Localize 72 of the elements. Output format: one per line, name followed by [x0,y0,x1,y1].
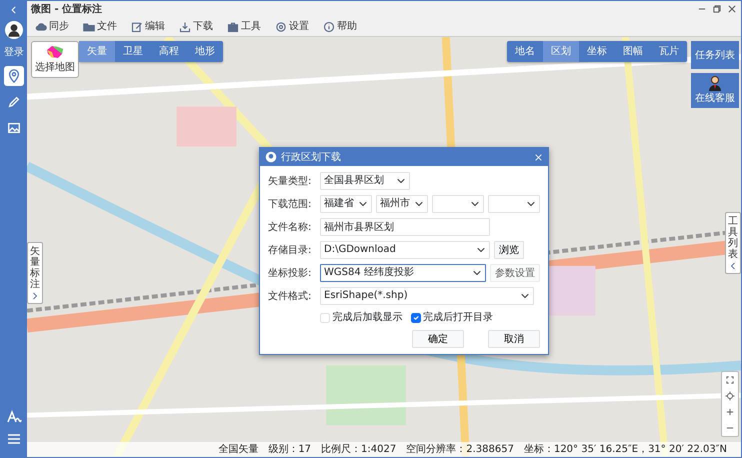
close-icon[interactable] [727,4,737,14]
settings-icon [275,20,287,32]
field-label: 文件名称: [268,220,312,234]
toolbar-button[interactable]: 编辑 [131,19,165,34]
toolbar-button[interactable]: 帮助 [323,19,357,34]
window-title: 微图 - 位置标注 [31,2,102,16]
select-field[interactable] [432,195,484,213]
field-label: 存储目录: [268,244,312,258]
checkbox-label: 完成后加载显示 [332,310,402,325]
edit-icon [131,20,143,32]
toolbar-button[interactable]: 下载 [179,19,213,34]
toolbar-button[interactable]: 工具 [227,19,261,34]
task-list-button[interactable]: 任务列表 [691,41,739,69]
globe-icon [265,151,277,163]
field-label: 文件格式: [268,290,312,304]
select-field[interactable]: 福建省 [320,195,372,213]
zoom-level: 级别：17 [268,443,312,457]
font-wave-icon [6,409,22,425]
select-field[interactable]: 福州市 [376,195,428,213]
dialog-title: 行政区划下载 [281,150,341,164]
layer-name: 全国矢量 [218,443,258,457]
folder-icon [83,20,95,32]
user-avatar-icon[interactable] [5,21,23,39]
location-pin-icon [7,69,21,83]
cloud-icon [35,20,47,32]
map-tab[interactable]: 卫星 [115,41,151,62]
toolbar-button[interactable]: 文件 [83,19,117,34]
side-panel[interactable]: 工具列表 [725,212,741,274]
resolution-text: 空间分辨率：2.388657 [406,442,514,457]
download-icon [179,20,191,32]
chevron-left-icon [729,262,737,270]
help-icon [323,20,335,32]
checkbox-label: 完成后打开目录 [423,310,493,325]
crosshair-icon [725,391,735,401]
online-support-button[interactable]: 在线客服 [691,73,739,108]
dialog-button[interactable]: 确定 [412,330,464,348]
coordinates-text: 坐标：120° 35′ 16.25″E，31° 20′ 22.03″N [524,442,727,457]
restore-icon[interactable] [712,4,722,14]
select-field[interactable] [488,195,540,213]
field-label: 坐标投影: [268,266,312,280]
map-tab[interactable]: 高程 [151,41,187,62]
login-label[interactable]: 登录 [4,45,24,60]
map-scale: 比例尺：1:4027 [321,442,396,457]
panel-label: 工具列表 [728,216,738,260]
expand-icon [725,375,735,385]
select-field[interactable]: 全国县界区划 [320,172,410,190]
zoom-in-icon [725,407,735,417]
pencil-icon [7,95,21,109]
dialog-button[interactable]: 浏览 [494,241,524,259]
toolbar-button[interactable]: 同步 [35,19,69,34]
select-field[interactable]: D:\GDownload [320,241,490,259]
china-map-icon [45,44,65,60]
sidebar-item[interactable] [4,66,24,86]
map-tab[interactable]: 图幅 [615,41,651,62]
select-map-button[interactable]: 选择地图 [31,41,79,78]
toolbox-icon [227,20,239,32]
chevron-right-icon [31,292,39,300]
map-tab[interactable]: 地形 [187,41,223,62]
side-panel[interactable]: 矢量标注 [27,242,43,304]
toolbar-button[interactable]: 设置 [275,19,309,34]
picture-icon [7,121,21,135]
checkbox[interactable] [410,312,420,322]
select-field[interactable]: EsriShape(*.shp) [320,287,534,305]
field-label: 矢量类型: [268,174,312,188]
person-icon [707,75,723,91]
panel-label: 矢量标注 [30,246,40,290]
map-tab[interactable]: 坐标 [579,41,615,62]
map-tab[interactable]: 瓦片 [651,41,687,62]
text-field[interactable]: 福州市县界区划 [320,218,490,236]
map-tab[interactable]: 地名 [507,41,543,62]
field-label: 下载范围: [268,198,312,212]
dialog-button[interactable]: 取消 [488,330,540,348]
